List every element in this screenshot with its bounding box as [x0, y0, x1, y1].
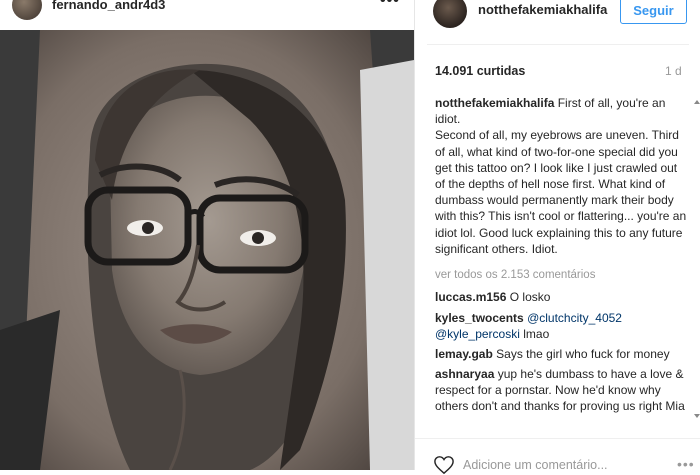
comment-item: lemay.gab Says the girl who fuck for mon… — [435, 346, 687, 362]
comment-item: luccas.m156 O losko — [435, 289, 687, 305]
comment-username[interactable]: lemay.gab — [435, 347, 493, 361]
likes-count[interactable]: 14.091 curtidas — [435, 64, 525, 78]
comment-item: kyles_twocents @clutchcity_4052 @kyle_pe… — [435, 310, 687, 342]
comment-text: Says the girl who fuck for money — [496, 347, 670, 361]
comment-mention[interactable]: @clutchcity_4052 — [527, 311, 622, 325]
author-username[interactable]: fernando_andr4d3 — [52, 0, 165, 12]
scroll-up-arrow-icon[interactable] — [694, 100, 700, 104]
follow-button[interactable]: Seguir — [620, 0, 687, 24]
comment-username[interactable]: luccas.m156 — [435, 290, 506, 304]
post-photo — [0, 30, 414, 470]
footer-divider — [415, 438, 700, 439]
comment-username[interactable]: ashnaryaa — [435, 367, 494, 381]
comment-text: O losko — [509, 290, 551, 304]
post-age[interactable]: 1 d — [665, 64, 682, 78]
comments-panel: notthefakemiakhalifa Seguir 14.091 curti… — [415, 0, 700, 475]
profile-avatar[interactable] — [433, 0, 467, 28]
comment-item: ashnaryaa yup he's dumbass to have a lov… — [435, 366, 687, 415]
post-panel: fernando_andr4d3 ••• — [0, 0, 414, 470]
caption-line-2: Second of all, my eyebrows are uneven. T… — [435, 128, 687, 256]
post-header: fernando_andr4d3 ••• — [0, 0, 414, 28]
author-avatar[interactable] — [12, 0, 42, 20]
caption-author[interactable]: notthefakemiakhalifa — [435, 96, 554, 110]
comment-text: lmao — [523, 327, 550, 342]
profile-username[interactable]: notthefakemiakhalifa — [478, 2, 607, 17]
ellipsis-icon[interactable]: ••• — [380, 0, 400, 10]
scroll-down-arrow-icon[interactable] — [694, 414, 700, 418]
caption: notthefakemiakhalifa First of all, you'r… — [435, 95, 687, 257]
header-divider — [427, 44, 689, 45]
comment-username[interactable]: kyles_twocents — [435, 311, 524, 325]
comment-mention[interactable]: @kyle_percoski — [435, 327, 520, 341]
view-all-comments-link[interactable]: ver todos os 2.153 comentários — [435, 269, 595, 281]
heart-outline-icon[interactable] — [433, 455, 455, 475]
